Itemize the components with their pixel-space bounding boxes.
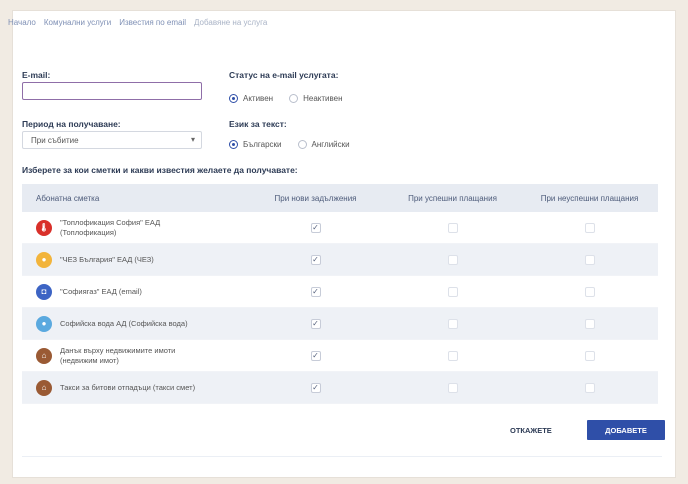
status-radio-group: Активен Неактивен [229, 94, 353, 103]
checkbox-cell [521, 254, 658, 265]
gas-icon: ◘ [36, 283, 52, 300]
checkbox-cell [521, 318, 658, 329]
new-obligations-checkbox[interactable]: ✓ [310, 382, 321, 393]
account-cell: ● Софийска вода АД (Софийска вода) [22, 315, 247, 332]
table-header: Абонатна сметка При нови задължения При … [22, 184, 658, 212]
failed-payments-checkbox[interactable] [584, 382, 595, 393]
account-name: Софийска вода АД (Софийска вода) [60, 318, 188, 328]
table-row: ⌂ Такси за битови отпадъци (такси смет) ✓ [22, 372, 658, 404]
chevron-down-icon: ▾ [190, 135, 195, 144]
successful-payments-checkbox[interactable] [447, 382, 458, 393]
status-label: Статус на e-mail услугата: [229, 70, 339, 80]
account-name: "Софиягаз" ЕАД (email) [60, 286, 142, 296]
email-field[interactable] [22, 82, 202, 100]
lang-bg-label: Български [243, 140, 282, 149]
failed-payments-checkbox[interactable] [584, 350, 595, 361]
checkbox-cell [521, 286, 658, 297]
checkbox-cell: ✓ [247, 350, 384, 361]
table-row: ● "ЧЕЗ България" ЕАД (ЧЕЗ) ✓ [22, 244, 658, 276]
language-label: Език за текст: [229, 119, 287, 129]
lang-bg-radio[interactable] [229, 140, 238, 149]
checkbox-cell [521, 350, 658, 361]
successful-payments-checkbox[interactable] [447, 350, 458, 361]
failed-payments-checkbox[interactable] [584, 254, 595, 265]
checkbox-cell [384, 254, 521, 265]
cancel-button[interactable]: ОТКАЖЕТЕ [504, 422, 558, 439]
section-title: Изберете за кои сметки и какви известия … [22, 165, 298, 175]
checkbox-cell [384, 318, 521, 329]
col-successful-payments: При успешни плащания [408, 193, 497, 203]
account-cell: 🌡 "Топлофикация София" ЕАД (Топлофикация) [22, 218, 247, 238]
email-label: E-mail: [22, 70, 51, 80]
status-inactive-option[interactable]: Неактивен [289, 94, 343, 103]
breadcrumb: Начало Комунални услуги Известия по emai… [8, 18, 267, 27]
breadcrumb-utilities[interactable]: Комунални услуги [44, 18, 111, 27]
checkbox-cell: ✓ [247, 254, 384, 265]
period-label: Период на получаване: [22, 119, 121, 129]
language-radio-group: Български Английски [229, 140, 360, 149]
checkbox-cell [521, 222, 658, 233]
accounts-table: Абонатна сметка При нови задължения При … [22, 184, 658, 404]
breadcrumb-current: Добавяне на услуга [194, 18, 268, 27]
checkbox-cell: ✓ [247, 318, 384, 329]
lang-bg-option[interactable]: Български [229, 140, 282, 149]
bulb-icon: ● [36, 251, 52, 268]
failed-payments-checkbox[interactable] [584, 222, 595, 233]
successful-payments-checkbox[interactable] [447, 222, 458, 233]
account-cell: ⌂ Данък върху недвижимите имоти (недвижим… [22, 346, 247, 366]
lang-en-radio[interactable] [297, 140, 307, 149]
breadcrumb-email-notices[interactable]: Известия по email [119, 18, 186, 27]
house-tax-icon: ⌂ [36, 347, 52, 364]
status-inactive-label: Неактивен [303, 94, 343, 103]
checkbox-cell: ✓ [247, 382, 384, 393]
checkbox-cell [521, 382, 658, 393]
successful-payments-checkbox[interactable] [447, 286, 458, 297]
account-name: Такси за битови отпадъци (такси смет) [60, 382, 196, 392]
breadcrumb-home[interactable]: Начало [8, 18, 36, 27]
divider [22, 456, 662, 457]
failed-payments-checkbox[interactable] [584, 318, 595, 329]
period-select[interactable]: При събитие ▾ [22, 131, 202, 149]
successful-payments-checkbox[interactable] [447, 318, 458, 329]
account-name: "Топлофикация София" ЕАД (Топлофикация) [60, 217, 161, 237]
account-cell: ◘ "Софиягаз" ЕАД (email) [22, 283, 247, 300]
successful-payments-checkbox[interactable] [447, 254, 458, 265]
table-row: 🌡 "Топлофикация София" ЕАД (Топлофикация)… [22, 212, 658, 244]
status-active-option[interactable]: Активен [229, 94, 273, 103]
checkbox-cell [384, 382, 521, 393]
checkbox-cell [384, 350, 521, 361]
checkbox-cell [384, 222, 521, 233]
new-obligations-checkbox[interactable]: ✓ [310, 350, 321, 361]
checkbox-cell: ✓ [247, 222, 384, 233]
status-active-radio[interactable] [229, 94, 238, 103]
col-account: Абонатна сметка [36, 193, 100, 203]
status-active-label: Активен [243, 94, 274, 103]
col-failed-payments: При неуспешни плащания [540, 193, 639, 203]
new-obligations-checkbox[interactable]: ✓ [310, 254, 321, 265]
account-name: Данък върху недвижимите имоти (недвижим … [60, 345, 176, 365]
lang-en-label: Английски [311, 140, 350, 149]
account-cell: ● "ЧЕЗ България" ЕАД (ЧЕЗ) [22, 251, 247, 268]
period-select-value: При събитие [31, 136, 79, 145]
waste-fee-icon: ⌂ [36, 379, 52, 396]
account-cell: ⌂ Такси за битови отпадъци (такси смет) [22, 379, 247, 396]
table-body: 🌡 "Топлофикация София" ЕАД (Топлофикация)… [22, 212, 658, 404]
account-name: "ЧЕЗ България" ЕАД (ЧЕЗ) [60, 254, 154, 264]
table-row: ● Софийска вода АД (Софийска вода) ✓ [22, 308, 658, 340]
table-row: ◘ "Софиягаз" ЕАД (email) ✓ [22, 276, 658, 308]
checkbox-cell [384, 286, 521, 297]
new-obligations-checkbox[interactable]: ✓ [310, 222, 321, 233]
failed-payments-checkbox[interactable] [584, 286, 595, 297]
table-row: ⌂ Данък върху недвижимите имоти (недвижим… [22, 340, 658, 372]
col-new-obligations: При нови задължения [274, 193, 357, 203]
new-obligations-checkbox[interactable]: ✓ [310, 318, 321, 329]
water-drop-icon: ● [36, 315, 52, 332]
checkbox-cell: ✓ [247, 286, 384, 297]
new-obligations-checkbox[interactable]: ✓ [310, 286, 321, 297]
lang-en-option[interactable]: Английски [297, 140, 350, 149]
status-inactive-radio[interactable] [289, 94, 299, 103]
add-button[interactable]: ДОБАВЕТЕ [587, 420, 665, 440]
toplofikacia-icon: 🌡 [36, 219, 52, 236]
